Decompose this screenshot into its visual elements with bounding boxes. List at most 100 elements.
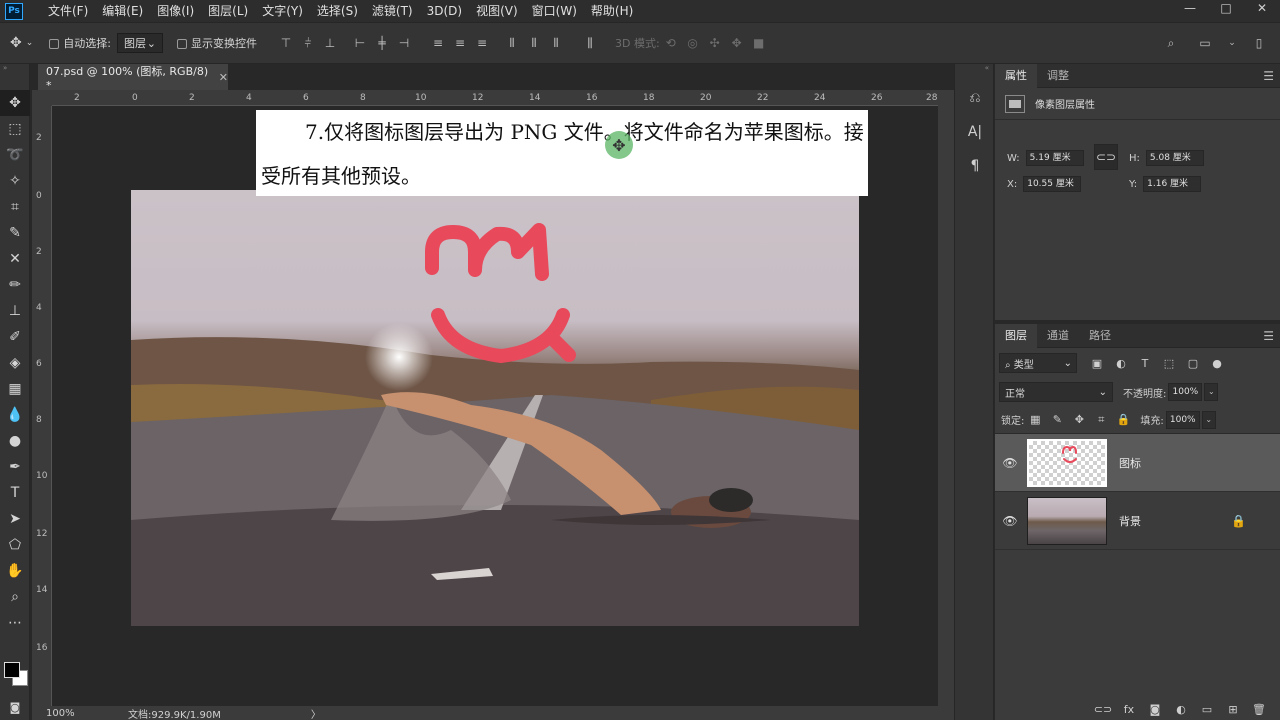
slide-3d-icon[interactable]: ✥ [726, 33, 748, 53]
filter-shape-icon[interactable]: ⬚ [1157, 357, 1181, 370]
lock-all-icon[interactable]: 🔒 [1112, 413, 1134, 426]
show-transform-checkbox[interactable]: 显示变换控件 [177, 35, 257, 51]
crop-tool-icon[interactable]: ⌗ [0, 194, 30, 220]
document-tab[interactable]: 07.psd @ 100% (图标, RGB/8) * ✕ [38, 64, 228, 92]
menu-window[interactable]: 窗口(W) [525, 0, 584, 22]
move-tool[interactable]: ✥ [0, 90, 30, 116]
layer-row-icon[interactable]: 👁 图标 [995, 434, 1280, 492]
magic-wand-tool-icon[interactable]: ✧ [0, 168, 30, 194]
gradient-tool-icon[interactable]: ▦ [0, 376, 30, 402]
close-tab-icon[interactable]: ✕ [219, 71, 228, 84]
new-group-icon[interactable]: ▭ [1194, 703, 1220, 716]
scale-3d-icon[interactable]: ■ [748, 33, 770, 53]
height-input[interactable]: 5.08 厘米 [1145, 150, 1204, 166]
layer-name[interactable]: 图标 [1119, 455, 1141, 471]
delete-layer-icon[interactable]: 🗑 [1246, 703, 1272, 716]
align-vcenter-icon[interactable]: ⫩ [297, 33, 319, 53]
lasso-tool-icon[interactable]: ➰ [0, 142, 30, 168]
layer-row-background[interactable]: 👁 背景 🔒 [995, 492, 1280, 550]
tab-adjustments[interactable]: 调整 [1037, 64, 1079, 88]
workspace-icon[interactable]: ▭ [1194, 33, 1216, 53]
brush-tool-icon[interactable]: ✏ [0, 272, 30, 298]
ruler-origin[interactable] [32, 90, 52, 106]
tab-layers[interactable]: 图层 [995, 323, 1037, 348]
blend-mode-dropdown[interactable]: 正常 ⌄ [999, 382, 1113, 402]
tab-paths[interactable]: 路径 [1079, 324, 1121, 348]
zoom-level[interactable]: 100% [46, 708, 106, 719]
eyedropper-tool-icon[interactable]: ✎ [0, 220, 30, 246]
lock-transparent-icon[interactable]: ▦ [1024, 413, 1046, 426]
history-panel-icon[interactable]: ⎌ [955, 84, 995, 112]
distribute-right-icon[interactable]: ⦀ [545, 33, 567, 53]
eraser-tool-icon[interactable]: ◈ [0, 350, 30, 376]
distribute-vcenter-icon[interactable]: ≡ [449, 33, 471, 53]
dodge-tool-icon[interactable]: ● [0, 428, 30, 454]
tab-properties[interactable]: 属性 [995, 63, 1037, 88]
align-right-icon[interactable]: ⊣ [393, 33, 415, 53]
tab-channels[interactable]: 通道 [1037, 324, 1079, 348]
foreground-color-swatch[interactable] [4, 662, 20, 678]
auto-select-dropdown[interactable]: 图层 ⌄ [117, 33, 163, 53]
maximize-button[interactable]: □ [1208, 0, 1244, 18]
x-input[interactable]: 10.55 厘米 [1023, 176, 1082, 192]
visibility-eye-icon[interactable]: 👁 [995, 514, 1025, 528]
align-top-icon[interactable]: ⊤ [275, 33, 297, 53]
opacity-slider-toggle[interactable]: ⌄ [1204, 383, 1219, 401]
distribute-top-icon[interactable]: ≡ [427, 33, 449, 53]
vertical-scrollbar[interactable] [938, 90, 954, 706]
menu-type[interactable]: 文字(Y) [255, 0, 310, 22]
blur-tool-icon[interactable]: 💧 [0, 402, 30, 428]
vertical-ruler[interactable]: 2 0 2 4 6 8 10 12 14 16 [32, 106, 52, 706]
menu-filter[interactable]: 滤镜(T) [365, 0, 420, 22]
y-input[interactable]: 1.16 厘米 [1143, 176, 1202, 192]
panel-collapse-icon[interactable]: » [0, 64, 29, 72]
fill-input[interactable]: 100% [1165, 410, 1200, 429]
menu-image[interactable]: 图像(I) [150, 0, 201, 22]
filter-type-icon[interactable]: T [1133, 357, 1157, 370]
distribute-bottom-icon[interactable]: ≡ [471, 33, 493, 53]
filter-adjustment-icon[interactable]: ◐ [1109, 357, 1133, 370]
add-mask-icon[interactable]: ◙ [1142, 703, 1168, 716]
align-left-icon[interactable]: ⊢ [349, 33, 371, 53]
zoom-tool-icon[interactable]: ⌕ [0, 584, 30, 610]
link-layers-icon[interactable]: ⊂⊃ [1090, 703, 1116, 716]
opacity-input[interactable]: 100% [1168, 383, 1203, 401]
menu-layer[interactable]: 图层(L) [201, 0, 255, 22]
fill-slider-toggle[interactable]: ⌄ [1201, 410, 1216, 429]
orbit-3d-icon[interactable]: ⟲ [660, 33, 682, 53]
align-hcenter-icon[interactable]: ╪ [371, 33, 393, 53]
status-menu-icon[interactable]: 〉 [311, 706, 321, 720]
quick-mask-icon[interactable]: ◙ [0, 694, 30, 720]
link-icon[interactable]: ⊂⊃ [1094, 144, 1118, 170]
paragraph-panel-icon[interactable]: ¶ [955, 152, 995, 180]
healing-brush-tool-icon[interactable]: ✕ [0, 246, 30, 272]
menu-3d[interactable]: 3D(D) [420, 0, 469, 22]
filter-smart-object-icon[interactable]: ▢ [1181, 357, 1205, 370]
pen-tool-icon[interactable]: ✒ [0, 454, 30, 480]
expand-panels-icon[interactable]: « [955, 64, 993, 78]
minimize-button[interactable]: — [1172, 0, 1208, 18]
path-selection-tool-icon[interactable]: ➤ [0, 506, 30, 532]
close-button[interactable]: ✕ [1244, 0, 1280, 18]
menu-edit[interactable]: 编辑(E) [95, 0, 150, 22]
history-brush-tool-icon[interactable]: ✐ [0, 324, 30, 350]
clone-stamp-tool-icon[interactable]: ⊥ [0, 298, 30, 324]
distribute-hcenter-icon[interactable]: ⦀ [523, 33, 545, 53]
visibility-eye-icon[interactable]: 👁 [995, 456, 1025, 470]
menu-view[interactable]: 视图(V) [469, 0, 525, 22]
drag-3d-icon[interactable]: ✣ [704, 33, 726, 53]
workspace-chevron-icon[interactable]: ⌄ [1228, 33, 1236, 53]
auto-select-checkbox[interactable]: 自动选择: [49, 35, 111, 51]
lock-position-icon[interactable]: ✥ [1068, 413, 1090, 426]
menu-file[interactable]: 文件(F) [41, 0, 95, 22]
panel-menu-icon[interactable]: ☰ [1263, 329, 1274, 343]
filter-toggle-icon[interactable]: ● [1205, 357, 1229, 370]
search-icon[interactable]: ⌕ [1160, 33, 1182, 53]
character-panel-icon[interactable]: A| [955, 118, 995, 146]
shape-tool-icon[interactable]: ⬠ [0, 532, 30, 558]
align-bottom-icon[interactable]: ⊥ [319, 33, 341, 53]
layer-name[interactable]: 背景 [1119, 513, 1141, 529]
marquee-tool-icon[interactable]: ⬚ [0, 116, 30, 142]
filter-pixel-icon[interactable]: ▣ [1085, 357, 1109, 370]
roll-3d-icon[interactable]: ◎ [682, 33, 704, 53]
